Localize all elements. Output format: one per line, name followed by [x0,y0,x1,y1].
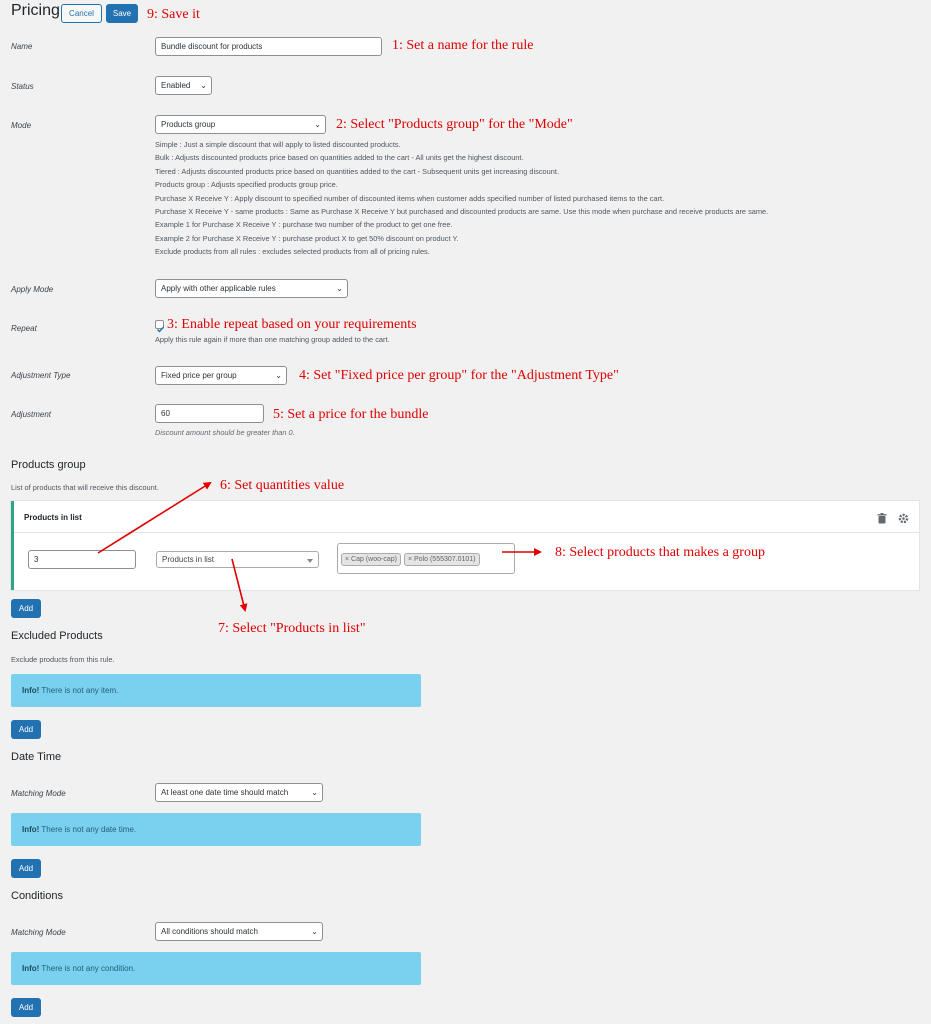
add-condition-button[interactable]: Add [11,998,41,1017]
info-text: There is not any condition. [41,964,136,973]
excluded-products-title: Excluded Products [11,630,103,642]
conditions-matching-value: All conditions should match [161,927,258,936]
conditions-title: Conditions [11,890,63,902]
info-strong: Info! [22,825,40,834]
date-time-title: Date Time [11,751,62,763]
datetime-info-notice: Info! There is not any date time. [11,813,421,846]
arrow-7 [231,558,248,612]
date-matching-value: At least one date time should match [161,788,289,797]
chevron-down-icon: ⌄ [311,927,318,936]
conditions-matching-select[interactable]: All conditions should match ⌄ [155,922,323,941]
info-text: There is not any date time. [41,825,137,834]
conditions-info-notice: Info! There is not any condition. [11,952,421,985]
chevron-down-icon: ⌄ [311,788,318,797]
info-strong: Info! [22,964,40,973]
arrow-6 [97,481,212,554]
conditions-matching-label: Matching Mode [11,928,66,937]
date-matching-label: Matching Mode [11,789,66,798]
annotation-arrows [97,481,542,612]
date-matching-select[interactable]: At least one date time should match ⌄ [155,783,323,802]
info-text: There is not any item. [41,686,119,695]
add-excluded-button[interactable]: Add [11,720,41,739]
excluded-products-description: Exclude products from this rule. [11,655,115,664]
info-strong: Info! [22,686,40,695]
excluded-info-notice: Info! There is not any item. [11,674,421,707]
add-datetime-button[interactable]: Add [11,859,41,878]
